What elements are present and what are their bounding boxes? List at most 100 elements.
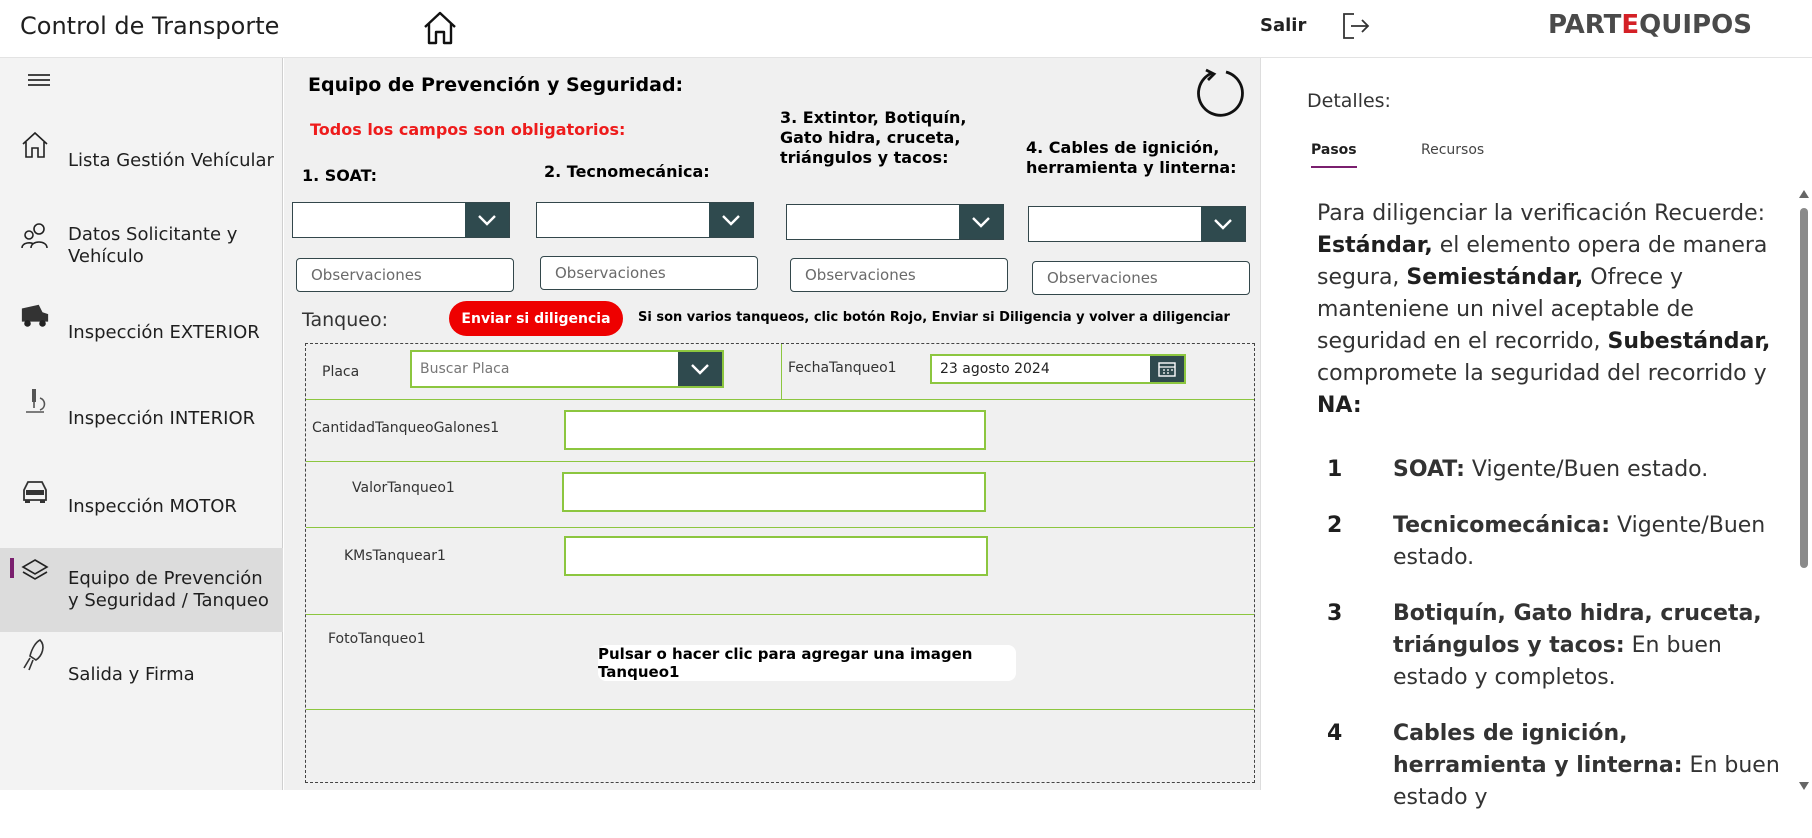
layers-icon [20, 556, 50, 586]
sidebar-item-inspeccion-motor[interactable]: Inspección MOTOR [0, 462, 283, 546]
step-item: 2 Tecnicomecánica: Vigente/Buen estado. [1327, 510, 1787, 574]
step-item: 4 Cables de ignición, herramienta y linte… [1327, 718, 1787, 814]
details-panel: Detalles: Pasos Recursos Para diligencia… [1260, 58, 1812, 810]
sidebar-item-label: Inspección MOTOR [68, 496, 237, 517]
section-title: Equipo de Prevención y Seguridad: [308, 74, 684, 96]
extintor-dropdown[interactable] [786, 204, 1004, 240]
sidebar-item-label: Lista Gestión Vehícular [68, 150, 274, 171]
tab-recursos[interactable]: Recursos [1421, 142, 1484, 166]
intro-text-4: compromete la seguridad del recorrido y [1317, 361, 1767, 386]
soat-dropdown[interactable] [292, 202, 510, 238]
extintor-observaciones-input[interactable]: Observaciones [790, 258, 1008, 292]
intro-text-1: Para diligenciar la verificación Recuerd… [1317, 201, 1766, 226]
scroll-thumb[interactable] [1800, 208, 1808, 568]
step-item: 1 SOAT: Vigente/Buen estado. [1327, 454, 1787, 486]
brand-logo: PARTEQUIPOS [1548, 10, 1752, 40]
placa-placeholder: Buscar Placa [420, 361, 510, 377]
home-icon [424, 11, 456, 45]
fecha-value: 23 agosto 2024 [940, 361, 1050, 377]
details-scrollbar[interactable] [1798, 190, 1810, 790]
sidebar-item-inspeccion-exterior[interactable]: Inspección EXTERIOR [0, 290, 283, 374]
main-form: Equipo de Prevención y Seguridad: Todos … [284, 58, 1260, 790]
scroll-up-icon[interactable] [1799, 190, 1809, 198]
kms-label: KMsTanquear1 [344, 548, 446, 564]
people-icon [20, 220, 50, 250]
sidebar-item-salida-firma[interactable]: Salida y Firma [0, 634, 283, 718]
sidebar-item-label: Salida y Firma [68, 664, 195, 685]
logo-text-quipos: QUIPOS [1639, 10, 1752, 40]
logout-icon [1343, 13, 1370, 39]
sidebar-item-inspeccion-interior[interactable]: Inspección INTERIOR [0, 376, 283, 460]
sidebar-item-label: Datos Solicitante y Vehículo [68, 224, 238, 267]
sidebar-item-datos-solicitante[interactable]: Datos Solicitante y Vehículo [0, 206, 283, 290]
placa-label: Placa [322, 364, 360, 380]
sidebar-item-label: Inspección INTERIOR [68, 408, 256, 429]
logout-label[interactable]: Salir [1260, 15, 1306, 36]
calendar-icon[interactable] [1150, 356, 1184, 382]
sidebar-item-equipo-prevencion[interactable]: Equipo de Prevención y Seguridad / Tanqu… [0, 548, 283, 632]
term-na: NA: [1317, 393, 1362, 418]
refresh-button[interactable] [1192, 64, 1248, 120]
valor-input[interactable] [562, 472, 986, 512]
cantidad-label: CantidadTanqueoGalones1 [312, 420, 500, 436]
home-icon [20, 130, 50, 160]
top-bar: Control de Transporte Salir PARTEQUIPOS [0, 0, 1812, 58]
foto-row: FotoTanqueo1 Pulsar o hacer clic para ag… [306, 615, 1254, 710]
cables-observaciones-input[interactable]: Observaciones [1032, 261, 1250, 295]
step-number: 3 [1327, 601, 1343, 626]
soat-observaciones-input[interactable]: Observaciones [296, 258, 514, 292]
term-estandar: Estándar, [1317, 233, 1433, 258]
tecnomecanica-observaciones-input[interactable]: Observaciones [540, 256, 758, 290]
tanqueo-form: Placa Buscar Placa FechaTanqueo1 23 agos… [305, 343, 1255, 783]
logout-button[interactable] [1336, 6, 1376, 46]
step-term: Cables de ignición, herramienta y linter… [1393, 721, 1683, 778]
chevron-down-icon[interactable] [709, 203, 753, 237]
question-label-soat: 1. SOAT: [302, 166, 378, 185]
placa-search-input[interactable]: Buscar Placa [410, 350, 724, 388]
home-button[interactable] [418, 6, 462, 50]
step-number: 1 [1327, 457, 1343, 482]
question-label-cables: 4. Cables de ignición, herramienta y lin… [1026, 138, 1237, 177]
cantidad-input[interactable] [564, 410, 986, 450]
chevron-down-icon[interactable] [1201, 207, 1245, 241]
step-term: Tecnicomecánica: [1393, 513, 1611, 538]
rocket-icon [20, 639, 50, 671]
scroll-down-icon[interactable] [1799, 782, 1809, 790]
tab-pasos[interactable]: Pasos [1311, 142, 1357, 168]
fecha-label: FechaTanqueo1 [788, 360, 897, 376]
question-label-tecnomecanica: 2. Tecnomecánica: [544, 162, 710, 181]
logo-text-part: PART [1548, 10, 1622, 40]
sidebar-item-lista-gestion[interactable]: Lista Gestión Vehícular [0, 120, 283, 204]
required-note: Todos los campos son obligatorios: [310, 120, 626, 139]
hamburger-icon[interactable] [28, 74, 50, 90]
foto-label: FotoTanqueo1 [328, 631, 426, 647]
send-button[interactable]: Enviar si diligencia [449, 301, 623, 336]
tecnomecanica-dropdown[interactable] [536, 202, 754, 238]
details-intro: Para diligenciar la verificación Recuerd… [1317, 198, 1777, 422]
placa-fecha-row: Placa Buscar Placa FechaTanqueo1 23 agos… [306, 344, 1254, 400]
send-hint: Si son varios tanqueos, clic botón Rojo,… [638, 310, 1230, 325]
kms-input[interactable] [564, 536, 988, 576]
sidebar-item-label: Inspección EXTERIOR [68, 322, 260, 343]
chevron-down-icon[interactable] [959, 205, 1003, 239]
add-photo-button[interactable]: Pulsar o hacer clic para agregar una ima… [598, 645, 1016, 681]
refresh-icon [1197, 68, 1244, 117]
step-number: 4 [1327, 721, 1343, 746]
logo-gear-letter: E [1621, 10, 1640, 40]
microscope-icon [20, 386, 50, 416]
cables-dropdown[interactable] [1028, 206, 1246, 242]
step-number: 2 [1327, 513, 1343, 538]
kms-row: KMsTanquear1 [306, 528, 1254, 615]
chevron-down-icon[interactable] [678, 352, 722, 386]
term-subestandar: Subestándar, [1607, 329, 1771, 354]
chevron-down-icon[interactable] [465, 203, 509, 237]
truck-icon [20, 300, 50, 330]
steps-list: 1 SOAT: Vigente/Buen estado. 2 Tecnicomecá… [1327, 454, 1787, 838]
sidebar: Lista Gestión Vehícular Datos Solicitant… [0, 58, 283, 790]
valor-label: ValorTanqueo1 [352, 480, 455, 496]
fecha-input[interactable]: 23 agosto 2024 [930, 354, 1186, 384]
step-item: 3 Botiquín, Gato hidra, cruceta, triángul… [1327, 598, 1787, 694]
question-label-extintor: 3. Extintor, Botiquín, Gato hidra, cruce… [780, 108, 967, 167]
step-text: Vigente/Buen estado. [1464, 457, 1709, 482]
row-divider [781, 344, 782, 400]
